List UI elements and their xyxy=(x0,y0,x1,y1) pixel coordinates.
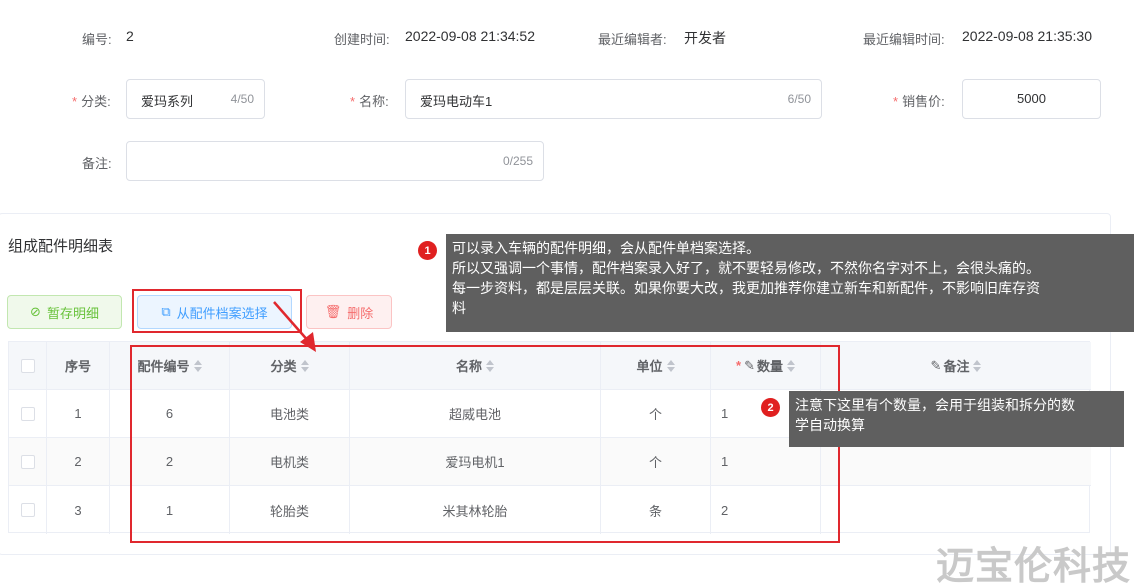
row-checkbox[interactable] xyxy=(20,503,35,517)
tooltip-2-line-2: 学自动换算 xyxy=(795,417,865,433)
last-editor-label: 最近编辑者: xyxy=(598,32,667,47)
select-all-checkbox-cell[interactable] xyxy=(9,342,47,390)
check-circle-icon: ⊘ xyxy=(30,304,41,319)
annotation-tooltip-2: 注意下这里有个数量，会用于组装和拆分的数 学自动换算 xyxy=(789,391,1124,447)
created-time-label: 创建时间: xyxy=(334,32,390,47)
tooltip-1-line-1: 可以录入车辆的配件明细，会从配件单档案选择。 xyxy=(452,240,760,256)
section-title: 组成配件明细表 xyxy=(8,238,114,255)
tooltip-1-line-2: 所以又强调一个事情，配件档案录入好了，就不要轻易修改，不然你名字对不上，会很头痛… xyxy=(452,260,1040,276)
row-checkbox[interactable] xyxy=(20,454,35,469)
created-time-value: 2022-09-08 21:34:52 xyxy=(405,28,535,44)
annotation-tooltip-1: 可以录入车辆的配件明细，会从配件单档案选择。 所以又强调一个事情，配件档案录入好… xyxy=(446,234,1134,332)
last-edit-time-value: 2022-09-08 21:35:30 xyxy=(962,28,1092,44)
table-row[interactable] xyxy=(9,390,47,438)
category-char-count: 4/50 xyxy=(230,92,254,106)
name-input[interactable]: 爱玛电动车1 6/50 xyxy=(405,79,822,119)
tooltip-2-line-1: 注意下这里有个数量，会用于组装和拆分的数 xyxy=(795,397,1075,413)
watermark-logo: 迈宝伦科技 xyxy=(936,546,1132,587)
annotation-badge-2: 2 xyxy=(761,398,780,417)
name-char-count: 6/50 xyxy=(787,92,811,106)
name-input-value: 爱玛电动车1 xyxy=(420,94,493,109)
remark-label: 备注: xyxy=(82,156,112,171)
row-checkbox[interactable] xyxy=(20,406,35,421)
tooltip-1-line-4: 料 xyxy=(452,300,466,316)
cell-seq: 3 xyxy=(47,486,110,534)
annotation-arrow-icon xyxy=(273,301,316,352)
table-row[interactable] xyxy=(9,438,47,486)
category-input-value: 爱玛系列 xyxy=(141,94,194,109)
name-label: * 名称: xyxy=(350,94,389,109)
tooltip-1-line-3: 每一步资料，都是层层关联。如果你要大改，我更加推荐你建立新车和新配件，不影响旧库… xyxy=(452,280,1040,296)
cell-remark[interactable] xyxy=(821,486,1091,534)
price-input[interactable]: 5000 xyxy=(962,79,1101,119)
cell-seq: 2 xyxy=(47,438,110,486)
last-editor-value: 开发者 xyxy=(684,30,726,46)
highlight-table-box xyxy=(130,345,840,543)
category-label: * 分类: xyxy=(72,94,111,109)
price-label: * 销售价: xyxy=(893,94,945,109)
remark-char-count: 0/255 xyxy=(502,154,533,168)
table-row[interactable] xyxy=(9,486,47,534)
cell-seq: 1 xyxy=(47,390,110,438)
header-remark[interactable]: ✎ 备注 xyxy=(821,342,1091,390)
category-input[interactable]: 爱玛系列 4/50 xyxy=(126,79,265,119)
sort-icon[interactable] xyxy=(973,359,982,372)
select-all-checkbox[interactable] xyxy=(20,358,35,373)
remark-input[interactable]: 0/255 xyxy=(126,141,544,181)
annotation-badge-1: 1 xyxy=(418,241,437,260)
save-detail-button[interactable]: ⊘ 暂存明细 xyxy=(7,295,122,329)
price-input-value: 5000 xyxy=(1017,91,1046,106)
id-label: 编号: xyxy=(82,32,112,47)
header-seq: 序号 xyxy=(47,342,110,390)
last-edit-time-label: 最近编辑时间: xyxy=(863,32,945,47)
id-value: 2 xyxy=(126,28,134,44)
edit-icon: ✎ xyxy=(930,357,942,373)
